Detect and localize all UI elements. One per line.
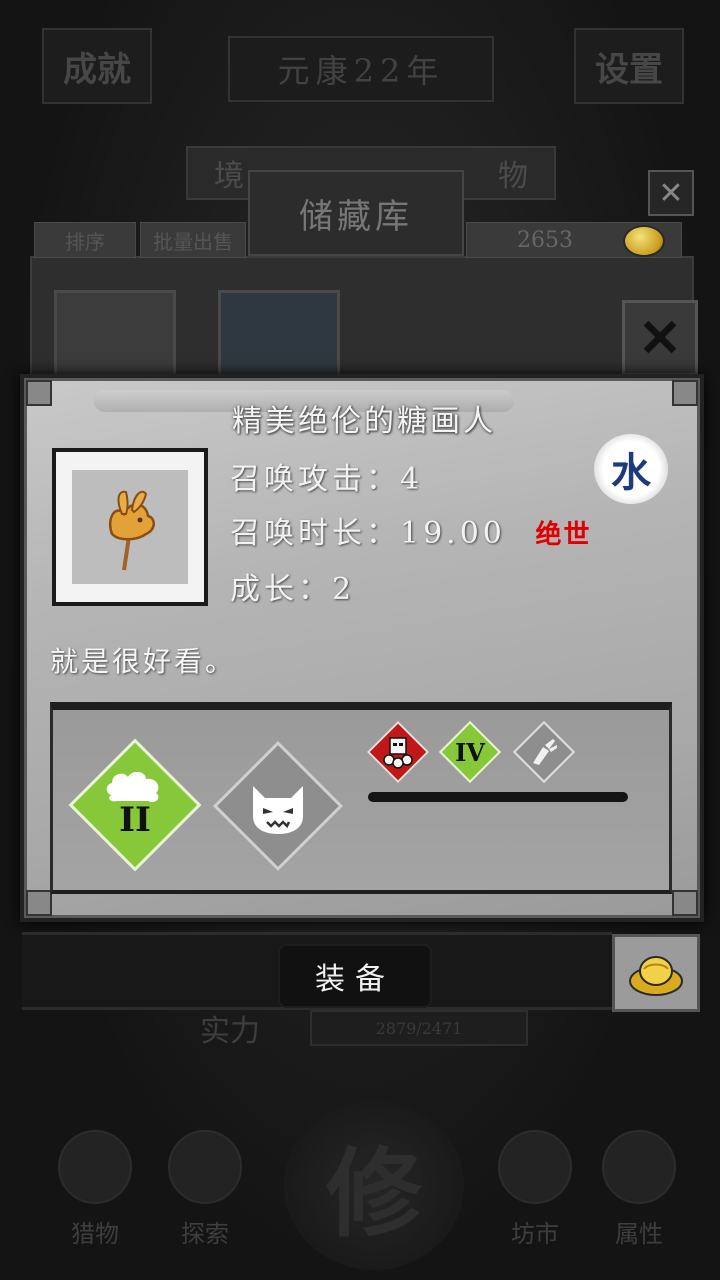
item-description: 就是很好看。 [50, 645, 237, 678]
corner-ornament [672, 890, 698, 916]
nav-item-prey[interactable]: 猎物 [40, 1130, 150, 1249]
bulk-sell-button[interactable]: 批量出售 [140, 222, 246, 258]
skill-level-label: II [119, 800, 151, 840]
demon-cat-icon [253, 786, 303, 834]
stat-value: 2 [332, 572, 356, 607]
nav-label: 探索 [181, 1220, 229, 1248]
corner-ornament [672, 380, 698, 406]
summon-duration-stat: 召唤时长：19.00 绝世 [230, 508, 591, 552]
coin-counter: 2653 [466, 222, 682, 258]
blade-icon [533, 739, 557, 765]
boat-icon [168, 1130, 242, 1204]
cloud-icon: II [106, 771, 159, 840]
close-icon: ✕ [658, 175, 684, 211]
storage-title: 储藏库 [248, 170, 464, 256]
stat-label: 召唤时长 [230, 516, 366, 551]
close-icon: ✕ [638, 307, 682, 369]
power-bar: 2879/2471 [310, 1010, 528, 1046]
stat-separator: ： [366, 462, 400, 497]
item-detail-dialog: 精美绝伦的糖画人 召唤攻击：4 召唤时长：19.00 绝世 成长：2 水 就是很… [20, 374, 704, 922]
sell-coin-button[interactable] [612, 934, 700, 1012]
storage-tab-left[interactable]: 境 [214, 151, 244, 195]
corner-ornament [26, 890, 52, 916]
rarity-badge: 绝世 [535, 520, 592, 550]
water-element-icon: 水 [611, 449, 651, 496]
nav-item-explore[interactable]: 探索 [150, 1130, 260, 1249]
opera-mask-icon [383, 737, 413, 769]
stat-value: 19.00 [400, 516, 506, 551]
nav-label: 坊市 [511, 1220, 559, 1248]
settings-button[interactable]: 设置 [574, 28, 684, 104]
skill-level-label: IV [455, 737, 485, 767]
storage-close-button[interactable]: ✕ [648, 170, 694, 216]
storage-tab-right[interactable]: 物 [498, 151, 528, 195]
stat-separator: ： [298, 572, 332, 607]
coin-icon [623, 225, 665, 257]
coins-stack-icon [498, 1130, 572, 1204]
stat-separator: ： [366, 516, 400, 551]
nav-label: 属性 [615, 1220, 663, 1248]
coin-count: 2653 [517, 227, 573, 253]
pet-icon [58, 1130, 132, 1204]
growth-stat: 成长：2 [230, 564, 355, 608]
stat-label: 召唤攻击 [230, 462, 366, 497]
element-badge: 水 [594, 434, 668, 504]
yin-yang-icon [602, 1130, 676, 1204]
item-image-frame [52, 448, 208, 606]
summon-attack-stat: 召唤攻击：4 [230, 454, 423, 498]
year-title: 元康22年 [228, 36, 494, 102]
achievement-button[interactable]: 成就 [42, 28, 152, 104]
power-label: 实力 [200, 1014, 260, 1049]
gold-ingot-icon [629, 956, 683, 996]
sort-button[interactable]: 排序 [34, 222, 136, 258]
equip-button[interactable]: 装备 [278, 944, 432, 1008]
item-name: 精美绝伦的糖画人 [232, 404, 496, 439]
item-image [72, 470, 188, 584]
nav-item-market[interactable]: 坊市 [480, 1130, 590, 1249]
nav-label: 猎物 [71, 1220, 119, 1248]
corner-ornament [26, 380, 52, 406]
ink-stroke [368, 792, 628, 802]
sugar-figure-icon [108, 490, 155, 571]
stat-label: 成长 [230, 572, 298, 607]
cultivate-button[interactable]: 修 [284, 1100, 464, 1270]
dialog-close-button[interactable]: ✕ [622, 300, 698, 376]
nav-item-attributes[interactable]: 属性 [584, 1130, 694, 1249]
stat-value: 4 [400, 462, 424, 497]
